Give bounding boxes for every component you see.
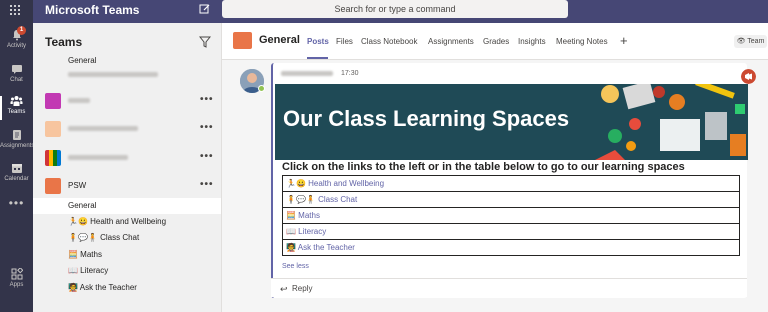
team-psw[interactable]: PSW ••• [33,178,221,194]
assignments-icon [12,130,21,140]
table-row: 🧮 Maths [282,207,740,224]
blurred-team-name [68,153,128,162]
rail-chat[interactable]: Chat [0,63,33,93]
activity-badge: 1 [17,26,26,35]
rail-activity[interactable]: 1 Activity [0,26,33,59]
rail-label: Apps [9,282,24,288]
tab-grades[interactable]: Grades [483,37,509,46]
tab-class-notebook[interactable]: Class Notebook [361,37,417,46]
tab-insights[interactable]: Insights [518,37,546,46]
blurred-channel-label [68,70,158,79]
post-time: 17:30 [341,70,359,77]
rail-calendar[interactable]: Calendar [0,162,33,192]
team-avatar [45,150,61,166]
team-avatar [45,178,61,194]
channel-general[interactable]: General [33,198,221,214]
link-maths[interactable]: 🧮 Maths [282,207,740,224]
app-rail: 1 Activity Chat Teams Assignments Calend… [0,0,35,312]
rail-label: Teams [7,109,26,115]
channel-ask-teacher[interactable]: 🧑‍🏫 Ask the Teacher [33,280,221,296]
post-card: 17:30 Our Class Learning Spaces Click on… [271,63,756,298]
team-avatar [45,121,61,137]
link-health-wellbeing[interactable]: 🏃😀 Health and Wellbeing [282,175,740,192]
active-tab-indicator [307,57,328,59]
team-avatar [45,93,61,109]
more-icon: ••• [8,196,25,210]
channel-health-wellbeing[interactable]: 🏃😀 Health and Wellbeing [33,214,221,230]
teams-icon [10,96,23,106]
table-row: 🧑‍🏫 Ask the Teacher [282,239,740,256]
more-options-icon[interactable]: ••• [200,179,214,190]
post-heading: Click on the links to the left or in the… [282,161,685,173]
rail-assignments[interactable]: Assignments [0,129,35,159]
table-row: 🧍💬🧍 Class Chat [282,191,740,208]
panel-title: Teams [45,35,83,49]
channel-label: 📖 Literacy [68,266,109,275]
app-launcher-icon[interactable] [9,4,21,16]
channel-class-chat[interactable]: 🧍💬🧍 Class Chat [33,230,221,246]
reply-label: Reply [292,284,313,293]
top-bar: Microsoft Teams Search for or type a com… [0,0,768,23]
apps-icon [11,268,23,280]
rail-teams[interactable]: Teams [0,95,33,125]
team-avatar [233,32,252,49]
rail-label: Calendar [4,176,29,182]
announcement-banner: Our Class Learning Spaces [275,84,748,160]
channel-label: General [68,201,97,210]
search-input[interactable]: Search for or type a command [222,0,568,18]
channel-label: 🏃😀 Health and Wellbeing [68,217,167,226]
links-table: 🏃😀 Health and Wellbeing 🧍💬🧍 Class Chat 🧮… [282,175,740,256]
calendar-icon [11,164,22,173]
link-class-chat[interactable]: 🧍💬🧍 Class Chat [282,191,740,208]
tab-meeting-notes[interactable]: Meeting Notes [556,37,608,46]
posts-area: 17:30 Our Class Learning Spaces Click on… [222,60,768,312]
channel-label: General [68,56,97,65]
team-row-3[interactable]: ••• [33,150,221,166]
filter-icon[interactable] [199,36,211,48]
team-row-2[interactable]: ••• [33,121,221,137]
channel-label: 🧍💬🧍 Class Chat [68,233,140,242]
channel-hidden-1[interactable] [33,67,221,83]
announcement-icon [741,69,756,84]
link-literacy[interactable]: 📖 Literacy [282,223,740,240]
tab-assignments[interactable]: Assignments [428,37,474,46]
reply-bar[interactable]: ↩ Reply [271,278,747,297]
channel-label: 🧮 Maths [68,250,102,259]
channel-header: General Posts Files Class Notebook Assig… [222,23,768,60]
teams-panel: Teams General ••• ••• ••• PSW ••• Genera… [33,23,222,312]
chat-icon [11,65,22,74]
rail-more[interactable]: ••• [0,196,33,210]
channel-title: General [259,34,300,46]
compose-icon[interactable] [199,3,211,15]
table-row: 🏃😀 Health and Wellbeing [282,175,740,192]
presence-available-icon [258,85,265,92]
team-button[interactable]: 👁 Team [734,35,767,48]
post-author [281,70,333,77]
channel-maths[interactable]: 🧮 Maths [33,247,221,263]
link-ask-teacher[interactable]: 🧑‍🏫 Ask the Teacher [282,239,740,256]
channel-literacy[interactable]: 📖 Literacy [33,263,221,279]
reply-icon: ↩ [280,284,288,294]
team-name: PSW [68,181,87,190]
app-title: Microsoft Teams [45,3,140,17]
more-options-icon[interactable]: ••• [200,122,214,133]
see-less-link[interactable]: See less [282,263,309,270]
tab-posts[interactable]: Posts [307,37,329,46]
channel-label: 🧑‍🏫 Ask the Teacher [68,283,137,292]
table-row: 📖 Literacy [282,223,740,240]
blurred-team-name [68,124,138,133]
add-tab-button[interactable]: + [620,33,628,48]
rail-label: Activity [6,43,26,49]
team-row-1[interactable]: ••• [33,93,221,109]
rail-label: Assignments [0,143,35,149]
more-options-icon[interactable]: ••• [200,94,214,105]
blurred-team-name [68,96,90,105]
banner-title: Our Class Learning Spaces [283,106,570,131]
rail-label: Chat [10,77,23,83]
more-options-icon[interactable]: ••• [200,151,214,162]
rail-apps[interactable]: Apps [0,268,33,298]
tab-files[interactable]: Files [336,37,353,46]
